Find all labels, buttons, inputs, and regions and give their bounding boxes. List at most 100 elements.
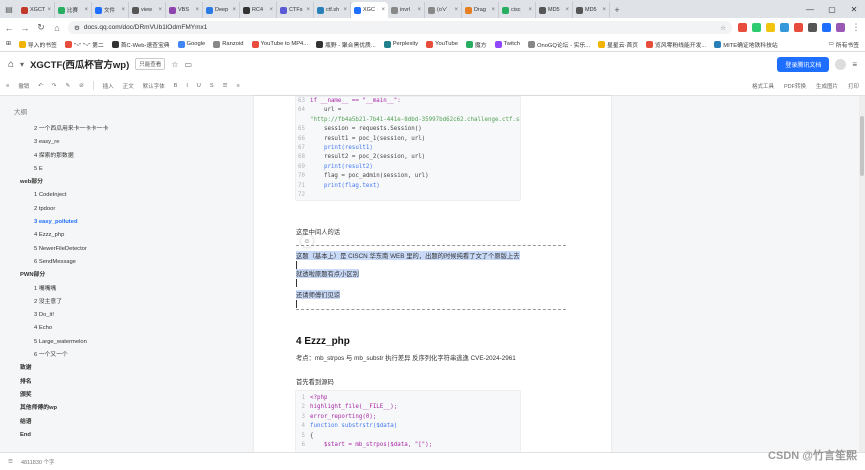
toolbar-item-image[interactable]: 生成图片 [816,82,838,90]
extension-icon[interactable] [780,23,789,32]
outline-item[interactable]: End [14,429,120,442]
code-block[interactable]: 63 if __name__ == "__main__": 64 url = "htt… [295,96,521,202]
outline-item[interactable]: 结语 [14,416,120,429]
tab-close-icon[interactable]: × [528,7,532,13]
outline-item[interactable]: 3 Do_it! [14,309,120,322]
outline-item[interactable]: 颁奖 [14,389,120,402]
toolbar-item-format-tools[interactable]: 格式工具 [752,82,774,90]
tab-close-icon[interactable]: × [84,7,88,13]
outline-item[interactable]: 4 探索的那数据 [14,150,120,163]
bookmark-item[interactable]: MITE确证地铁科技站 [714,40,778,49]
site-info-icon[interactable]: ⚙ [74,24,80,32]
extension-icon[interactable] [738,23,747,32]
toolbar-item-undo[interactable]: 撤销 [18,82,29,90]
close-window-icon[interactable]: ✕ [843,0,865,18]
tab-close-icon[interactable]: × [565,7,569,13]
tab-close-icon[interactable]: × [343,7,347,13]
toolbar-item-font[interactable]: 默认字体 [143,82,165,90]
bookmark-item[interactable]: 星星云·首页 [598,40,638,49]
tab-close-icon[interactable]: × [232,7,236,13]
tab-close-icon[interactable]: × [491,7,495,13]
align-icon[interactable]: ≡ [237,83,240,89]
browser-tab[interactable]: VBS × [166,2,203,18]
browser-tab[interactable]: (o'v' × [425,2,462,18]
bookmark-item[interactable]: 览风零粉线能开发... [646,40,706,49]
window-menu-icon[interactable]: ▤ [0,0,18,18]
home-icon[interactable]: ⌂ [8,59,14,70]
outline-item[interactable]: 2 没主意了 [14,296,120,309]
browser-tab[interactable]: 文件 × [92,2,129,18]
bookmark-item[interactable]: Google [177,40,205,49]
toolbar-item-print[interactable]: 打印 [848,82,859,90]
avatar[interactable] [835,58,847,70]
outline-item[interactable]: 5 NewerFileDetector [14,243,120,256]
tab-close-icon[interactable]: × [158,7,162,13]
extension-icon[interactable] [794,23,803,32]
outline-item[interactable]: 1 嘴嘴嘴 [14,283,120,296]
toolbar-item-pdf[interactable]: PDF转换 [784,82,806,90]
folder-icon[interactable]: ▭ [184,60,192,69]
bookmark-item[interactable]: Ranzoid [213,40,244,49]
browser-tab[interactable]: Drag × [462,2,499,18]
strikethrough-icon[interactable]: S [210,83,214,89]
tab-close-icon[interactable]: × [602,7,606,13]
url-input[interactable]: ⚙ docs.qq.com/doc/DRmVUb1lOdmFMYmx1 ☆ [68,21,732,34]
extension-icon[interactable] [752,23,761,32]
bookmark-item[interactable]: 瓶野 - 聚合黑优质... [316,40,376,49]
toolbar-menu-icon[interactable]: ≡ [6,83,9,89]
bookmark-item[interactable]: Twitch [494,40,520,49]
bookmark-item[interactable]: YouTube [426,40,458,49]
browser-tab[interactable]: XGC × [351,2,388,18]
maximize-icon[interactable]: ▢ [821,0,843,18]
browser-tab[interactable]: RC4 × [240,2,277,18]
tab-close-icon[interactable]: × [47,7,51,13]
browser-tab[interactable]: cisc × [499,2,536,18]
browser-tab[interactable]: XGCT × [18,2,55,18]
toolbar-item-insert[interactable]: 插入 [103,82,114,90]
format-painter-icon[interactable]: ✎ [65,83,70,89]
tab-close-icon[interactable]: × [454,7,458,13]
document-page[interactable]: 63 if __name__ == "__main__": 64 url = "htt… [254,96,611,452]
outline-item[interactable]: 排名 [14,376,120,389]
extension-icon[interactable] [836,23,845,32]
all-bookmarks-link[interactable]: ▭ 所有书签 [828,40,859,49]
tab-close-icon[interactable]: × [381,7,385,13]
outline-item[interactable]: 5 Large_watermelon [14,336,120,349]
chevron-down-icon[interactable]: ▾ [20,60,24,69]
code-block[interactable]: 1 <?php 2 highlight_file(__FILE__); 3 error_r… [295,390,521,452]
bold-icon[interactable]: B [174,83,178,89]
apps-icon[interactable]: ⊞ [6,41,11,47]
outline-item[interactable]: 1 CodeInject [14,189,120,202]
toolbar-item-style[interactable]: 正文 [123,82,134,90]
italic-icon[interactable]: I [186,83,188,89]
outline-item[interactable]: 致谢 [14,362,120,375]
bookmark-item[interactable]: "~" "~" 第二 [64,40,104,49]
scrollbar[interactable] [859,96,865,452]
browser-tab[interactable]: view × [129,2,166,18]
outline-item[interactable]: 3 easy_polluted [14,216,120,229]
bookmark-item[interactable]: 导入的书签 [18,40,57,49]
bookmark-item[interactable]: 首C-Web-速查宝典 [111,40,170,49]
bookmark-item[interactable]: 魔方 [465,40,487,49]
scroll-thumb[interactable] [860,116,864,176]
bookmark-item[interactable]: YouTube to MP4... [251,40,308,49]
tab-close-icon[interactable]: × [269,7,273,13]
star-icon[interactable]: ☆ [171,60,178,69]
underline-icon[interactable]: U [197,83,201,89]
extension-icon[interactable] [766,23,775,32]
extension-icon[interactable] [822,23,831,32]
extension-icon[interactable] [808,23,817,32]
browser-tab[interactable]: invrl × [388,2,425,18]
browser-tab[interactable]: Deep × [203,2,240,18]
clear-format-icon[interactable]: ⊘ [79,83,84,89]
outline-item[interactable]: 6 SendMessage [14,256,120,269]
tab-close-icon[interactable]: × [306,7,310,13]
outline-item[interactable]: 其他师傅的wp [14,402,120,415]
readonly-badge[interactable]: 只能查看 [135,58,166,70]
home-icon[interactable]: ⌂ [52,23,62,33]
tab-close-icon[interactable]: × [195,7,199,13]
new-tab-button[interactable]: + [610,2,624,18]
outline-item[interactable]: 6 一个又一个 [14,349,120,362]
tab-close-icon[interactable]: × [417,7,421,13]
browser-tab[interactable]: ctf.sh × [314,2,351,18]
